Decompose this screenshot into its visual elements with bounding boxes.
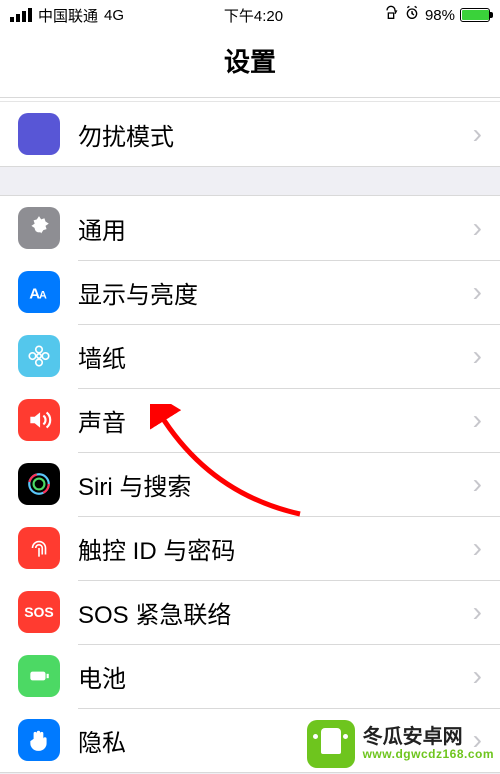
signal-icon [10, 8, 32, 22]
status-left: 中国联通 4G [10, 5, 124, 26]
moon-icon [18, 113, 60, 155]
status-bar: 中国联通 4G 下午4:20 98% [0, 0, 500, 30]
row-touch-id-passcode[interactable]: 触控 ID 与密码 › [0, 516, 500, 580]
chevron-right-icon: › [473, 212, 482, 244]
text-size-icon: AA [18, 271, 60, 313]
chevron-right-icon: › [473, 596, 482, 628]
chevron-right-icon: › [473, 532, 482, 564]
hand-icon [18, 719, 60, 761]
row-siri-search[interactable]: Siri 与搜索 › [0, 452, 500, 516]
row-label: SOS 紧急联络 [78, 595, 473, 630]
chevron-right-icon: › [473, 276, 482, 308]
watermark-name: 冬瓜安卓网 [363, 726, 494, 748]
row-battery[interactable]: 电池 › [0, 644, 500, 708]
header: 设置 [0, 30, 500, 98]
speaker-icon [18, 399, 60, 441]
sos-icon: SOS [18, 591, 60, 633]
row-label: 显示与亮度 [78, 275, 473, 310]
carrier-label: 中国联通 [38, 5, 98, 26]
status-right: 98% [383, 5, 490, 25]
row-general[interactable]: 通用 › [0, 196, 500, 260]
row-label: 声音 [78, 403, 473, 438]
watermark-url: www.dgwcdz168.com [363, 748, 494, 761]
clock: 下午4:20 [224, 5, 283, 26]
row-label: 墙纸 [78, 339, 473, 374]
chevron-right-icon: › [473, 340, 482, 372]
row-label: 通用 [78, 211, 473, 246]
lock-icon [383, 5, 399, 25]
gear-icon [18, 207, 60, 249]
group-dnd: 勿扰模式 › [0, 102, 500, 167]
battery-pct: 98% [425, 7, 455, 24]
settings-screen: 中国联通 4G 下午4:20 98% 设置 勿扰模式 › [0, 0, 500, 774]
siri-icon [18, 463, 60, 505]
battery-icon [460, 8, 490, 22]
network-label: 4G [104, 7, 124, 24]
flower-icon [18, 335, 60, 377]
row-wallpaper[interactable]: 墙纸 › [0, 324, 500, 388]
row-label: 勿扰模式 [78, 117, 473, 152]
row-label: 触控 ID 与密码 [78, 531, 473, 566]
row-display-brightness[interactable]: AA 显示与亮度 › [0, 260, 500, 324]
chevron-right-icon: › [473, 404, 482, 436]
row-label: Siri 与搜索 [78, 467, 473, 502]
chevron-right-icon: › [473, 468, 482, 500]
fingerprint-icon [18, 527, 60, 569]
alarm-icon [404, 5, 420, 25]
chevron-right-icon: › [473, 660, 482, 692]
row-do-not-disturb[interactable]: 勿扰模式 › [0, 102, 500, 166]
group-general: 通用 › AA 显示与亮度 › 墙纸 › 声音 › [0, 195, 500, 773]
row-label: 电池 [78, 659, 473, 694]
row-sounds[interactable]: 声音 › [0, 388, 500, 452]
chevron-right-icon: › [473, 118, 482, 150]
watermark: 冬瓜安卓网 www.dgwcdz168.com [307, 720, 494, 768]
page-title: 设置 [0, 42, 500, 79]
watermark-logo-icon [307, 720, 355, 768]
svg-text:A: A [39, 290, 47, 302]
battery-icon [18, 655, 60, 697]
row-sos[interactable]: SOS SOS 紧急联络 › [0, 580, 500, 644]
